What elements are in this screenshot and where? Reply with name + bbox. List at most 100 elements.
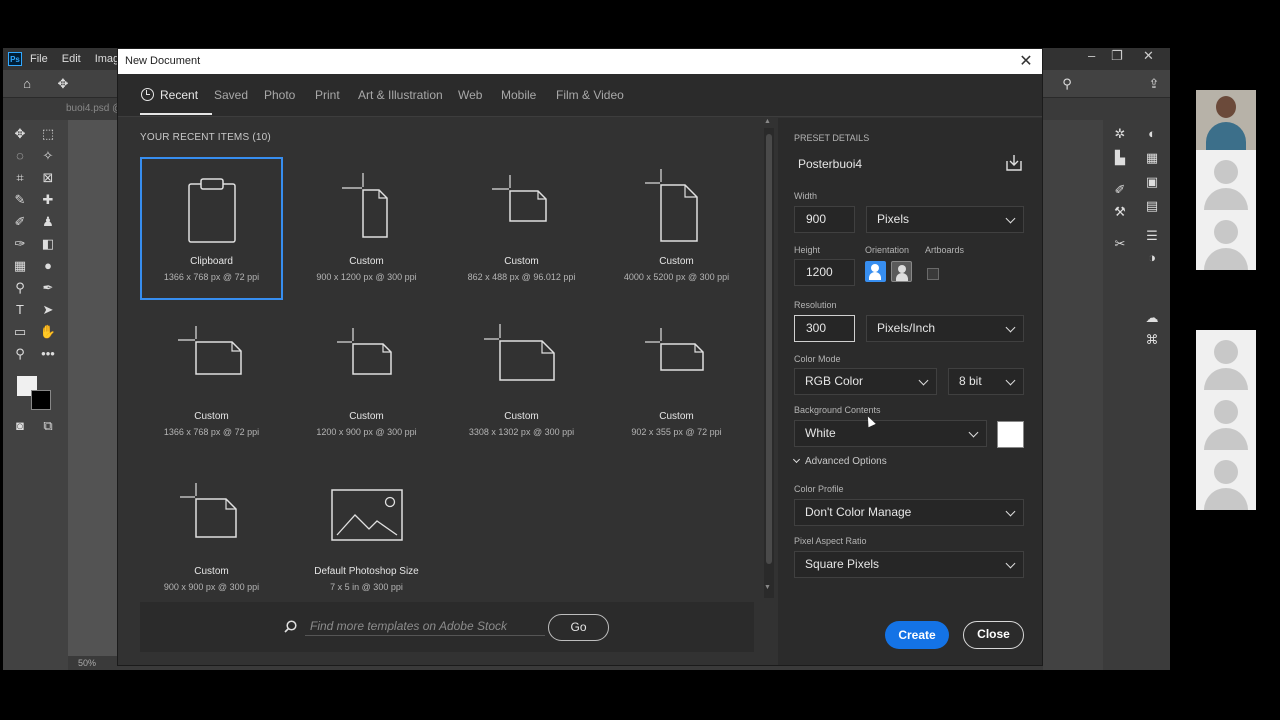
tab-photo[interactable]: Photo — [264, 88, 295, 102]
brushes-icon[interactable]: ✐ — [1111, 182, 1129, 198]
search-icon — [284, 620, 297, 633]
go-button[interactable]: Go — [548, 614, 609, 641]
recent-item-dims: 3308 x 1302 px @ 300 ppi — [468, 427, 575, 437]
screen-mode-icon[interactable]: ⧉ — [38, 416, 58, 436]
recent-item-name: Custom — [349, 411, 384, 422]
color-mode-select[interactable]: RGB Color — [794, 368, 937, 395]
hand-icon[interactable]: ✋ — [38, 322, 58, 342]
search-ps-icon[interactable]: ⚲ — [1057, 74, 1077, 94]
tab-recent[interactable]: Recent — [141, 88, 198, 102]
blur-icon[interactable]: ● — [38, 256, 58, 276]
quick-mask-icon[interactable]: ◙ — [10, 416, 30, 436]
scrollbar-thumb[interactable] — [766, 134, 772, 564]
recent-item-dims: 902 x 355 px @ 72 ppi — [631, 427, 722, 437]
frame-icon[interactable]: ⊠ — [38, 168, 58, 188]
recent-item-card[interactable]: Custom 4000 x 5200 px @ 300 ppi — [605, 157, 748, 300]
tab-print[interactable]: Print — [315, 88, 340, 102]
lasso-icon[interactable]: ◌ — [10, 146, 30, 166]
recent-item-card[interactable]: Custom 1366 x 768 px @ 72 ppi — [140, 312, 283, 455]
pen-icon[interactable]: ✒ — [38, 278, 58, 298]
clone-source-icon[interactable]: ✂ — [1111, 236, 1129, 252]
adjustments-icon[interactable]: ◐ — [1143, 126, 1161, 142]
width-label: Width — [794, 191, 818, 201]
color-profile-select[interactable]: Don't Color Manage — [794, 499, 1024, 526]
resolution-input[interactable]: 300 — [794, 315, 855, 342]
background-contents-select[interactable]: White — [794, 420, 987, 447]
pixel-aspect-select[interactable]: Square Pixels — [794, 551, 1024, 578]
menu-file[interactable]: File — [30, 53, 48, 65]
patterns-icon[interactable]: ▤ — [1143, 198, 1161, 214]
recent-item-card[interactable]: Custom 900 x 900 px @ 300 ppi — [140, 467, 283, 610]
advanced-options-toggle[interactable]: Advanced Options — [792, 455, 887, 467]
tab-film-video[interactable]: Film & Video — [556, 88, 624, 102]
restore-icon[interactable]: ❐ — [1111, 48, 1123, 64]
width-input[interactable]: 900 — [794, 206, 855, 233]
save-preset-icon[interactable] — [1005, 154, 1023, 172]
layers-icon[interactable]: ☁ — [1143, 310, 1161, 326]
home-icon[interactable]: ⌂ — [17, 74, 37, 94]
recent-item-card[interactable]: Custom 1200 x 900 px @ 300 ppi — [295, 312, 438, 455]
brush-icon[interactable]: ✐ — [10, 212, 30, 232]
zoom-icon[interactable]: ⚲ — [10, 344, 30, 364]
eraser-icon[interactable]: ◧ — [38, 234, 58, 254]
background-color-swatch[interactable] — [31, 390, 51, 410]
move-tool-icon[interactable]: ✥ — [53, 74, 73, 94]
recent-item-card[interactable]: Custom 902 x 355 px @ 72 ppi — [605, 312, 748, 455]
channels-icon[interactable]: ◑ — [1143, 250, 1161, 266]
healing-icon[interactable]: ✚ — [38, 190, 58, 210]
gradient-icon[interactable]: ▦ — [10, 256, 30, 276]
tool-presets-icon[interactable]: ⚒ — [1111, 204, 1129, 220]
recent-item-card[interactable]: Default Photoshop Size 7 x 5 in @ 300 pp… — [295, 467, 438, 610]
brush-settings-icon[interactable]: ✲ — [1111, 126, 1129, 142]
swatches-icon[interactable]: ▦ — [1143, 150, 1161, 166]
scroll-down-icon[interactable]: ▼ — [764, 584, 771, 591]
close-icon[interactable]: ✕ — [1016, 49, 1036, 74]
tab-art-illustration[interactable]: Art & Illustration — [358, 88, 443, 102]
zoom-level[interactable]: 50% — [78, 658, 96, 668]
gradients-icon[interactable]: ▣ — [1143, 174, 1161, 190]
create-button[interactable]: Create — [885, 621, 949, 649]
background-color-swatch[interactable] — [997, 421, 1024, 448]
portrait-orientation-icon[interactable] — [865, 261, 886, 282]
crop-icon[interactable]: ⌗ — [10, 168, 30, 188]
close-button[interactable]: Close — [963, 621, 1024, 649]
path-select-icon[interactable]: ➤ — [38, 300, 58, 320]
custom-document-icon — [178, 326, 242, 375]
paths-icon[interactable]: ⌘ — [1143, 332, 1161, 348]
properties-icon[interactable]: ☰ — [1143, 228, 1161, 244]
recent-item-name: Clipboard — [190, 256, 233, 267]
tab-web[interactable]: Web — [458, 88, 482, 102]
bit-depth-select[interactable]: 8 bit — [948, 368, 1024, 395]
menu-edit[interactable]: Edit — [62, 53, 81, 65]
more-tools-icon[interactable]: ••• — [38, 344, 58, 364]
stamp-icon[interactable]: ♟ — [38, 212, 58, 232]
height-input[interactable]: 1200 — [794, 259, 855, 286]
move-icon[interactable]: ✥ — [10, 124, 30, 144]
recent-item-card[interactable]: Custom 900 x 1200 px @ 300 ppi — [295, 157, 438, 300]
history-brush-icon[interactable]: ✑ — [10, 234, 30, 254]
width-unit-select[interactable]: Pixels — [866, 206, 1024, 233]
eyedropper-icon[interactable]: ✎ — [10, 190, 30, 210]
window-close-icon[interactable]: ✕ — [1143, 48, 1154, 64]
artboards-checkbox[interactable] — [927, 268, 939, 280]
scroll-up-icon[interactable]: ▲ — [764, 118, 771, 125]
stock-search-input[interactable] — [305, 616, 545, 636]
rectangle-icon[interactable]: ▭ — [10, 322, 30, 342]
preset-name-field[interactable]: Posterbuoi4 — [798, 157, 862, 171]
minimize-icon[interactable]: – — [1088, 48, 1095, 63]
tab-saved[interactable]: Saved — [214, 88, 248, 102]
histogram-icon[interactable]: ▙ — [1111, 150, 1129, 166]
document-tab[interactable]: buoi4.psd @ — [66, 103, 122, 114]
magic-wand-icon[interactable]: ✧ — [38, 146, 58, 166]
landscape-orientation-icon[interactable] — [891, 261, 912, 282]
tab-mobile[interactable]: Mobile — [501, 88, 536, 102]
resolution-unit-select[interactable]: Pixels/Inch — [866, 315, 1024, 342]
type-icon[interactable]: T — [10, 300, 30, 320]
custom-document-icon — [492, 175, 547, 222]
recent-item-card[interactable]: Clipboard 1366 x 768 px @ 72 ppi — [140, 157, 283, 300]
dodge-icon[interactable]: ⚲ — [10, 278, 30, 298]
recent-item-card[interactable]: Custom 3308 x 1302 px @ 300 ppi — [450, 312, 593, 455]
share-icon[interactable]: ⇪ — [1144, 74, 1164, 94]
marquee-icon[interactable]: ⬚ — [38, 124, 58, 144]
recent-item-card[interactable]: Custom 862 x 488 px @ 96.012 ppi — [450, 157, 593, 300]
